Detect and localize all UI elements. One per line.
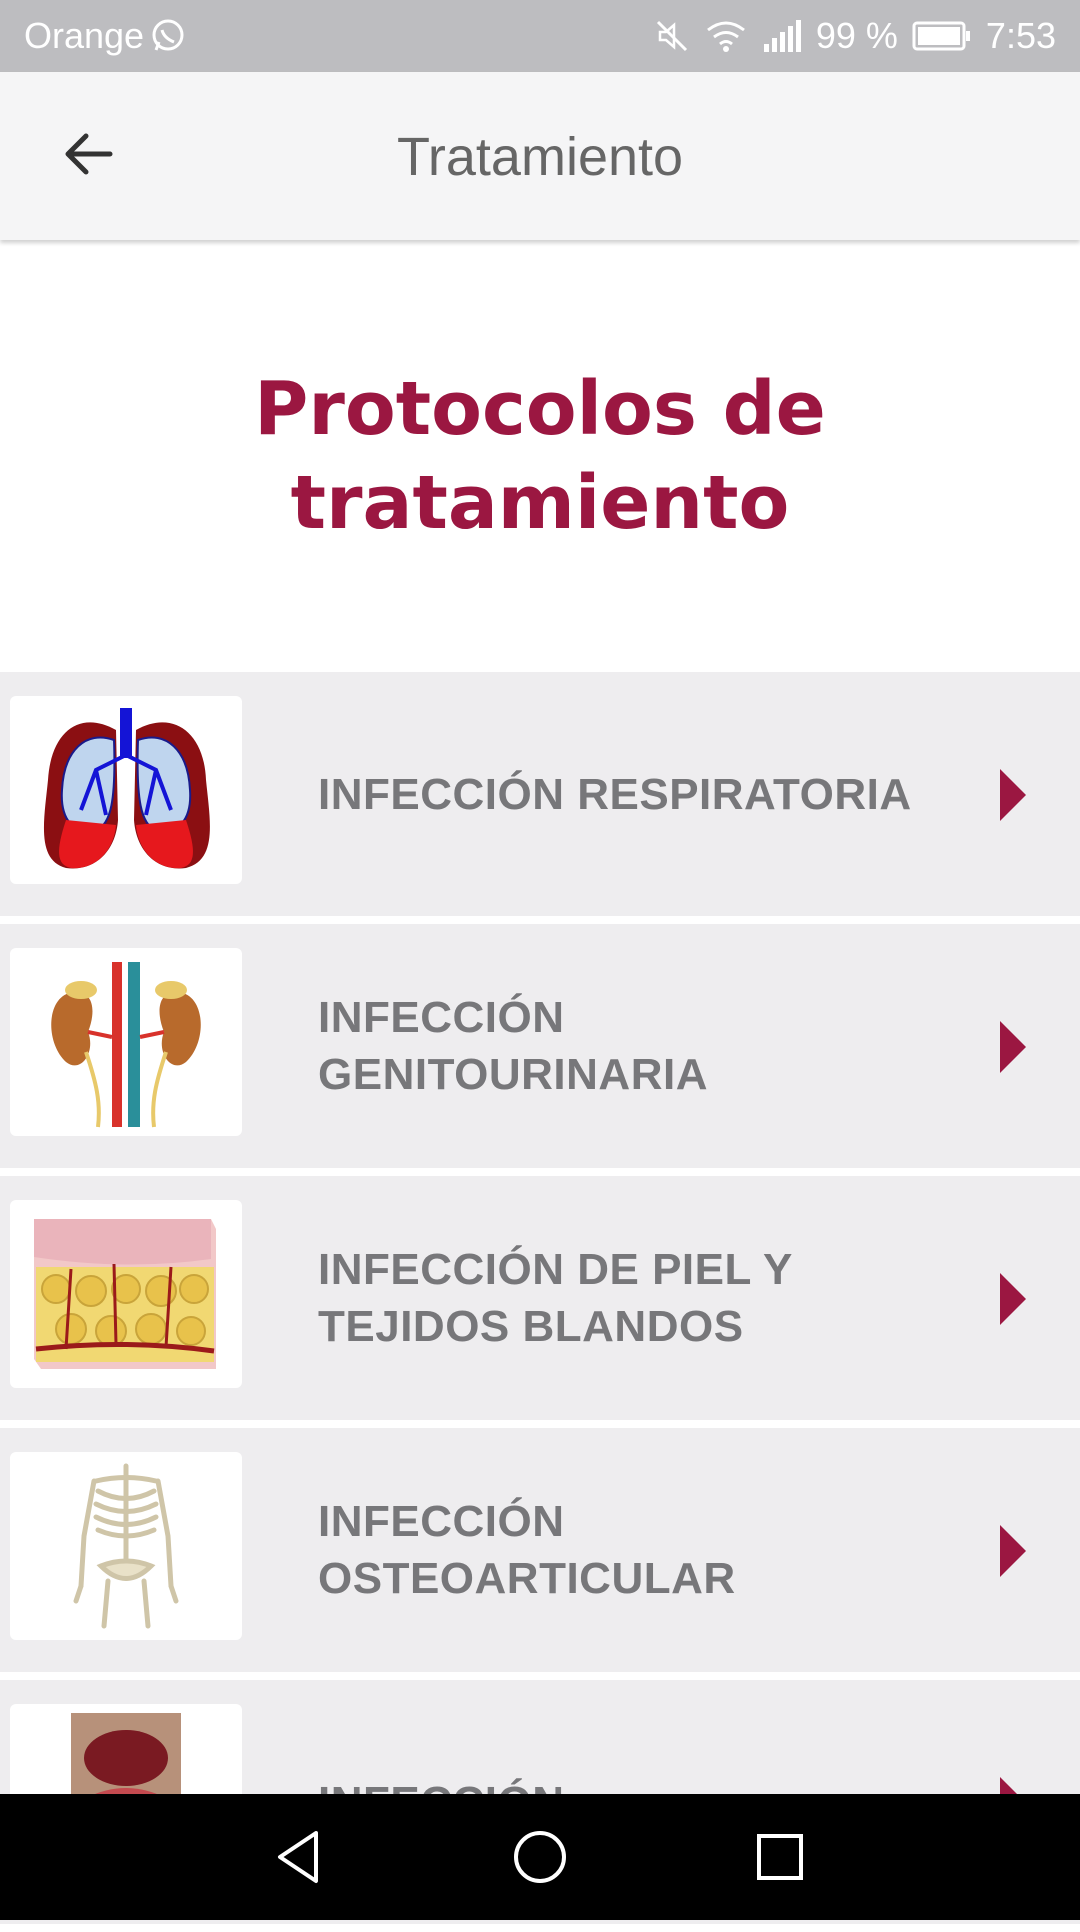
chevron-right-icon	[1000, 769, 1026, 821]
list-item-osteoarticular[interactable]: INFECCIÓN OSTEOARTICULAR	[0, 1428, 1080, 1672]
list-item-skin[interactable]: INFECCIÓN DE PIEL Y TEJIDOS BLANDOS	[0, 1176, 1080, 1420]
list-item-respiratory[interactable]: INFECCIÓN RESPIRATORIA	[0, 672, 1080, 916]
hero-section: Protocolos de tratamiento	[0, 240, 1080, 672]
skeleton-illustration	[10, 1452, 242, 1640]
protocol-list: INFECCIÓN RESPIRATORIA INFECCIÓN GENITOU…	[0, 672, 1080, 1932]
whatsapp-icon	[150, 18, 186, 54]
skin-tissue-illustration	[10, 1200, 242, 1388]
page-title: Tratamiento	[396, 127, 684, 187]
system-nav-bar	[0, 1794, 1080, 1920]
list-item-genitourinary[interactable]: INFECCIÓN GENITOURINARIA	[0, 924, 1080, 1168]
battery-percent: 99 %	[815, 15, 898, 56]
kidneys-illustration	[10, 948, 242, 1136]
list-item-label: INFECCIÓN OSTEOARTICULAR	[318, 1497, 736, 1603]
nav-home-icon[interactable]	[510, 1827, 570, 1887]
list-item-label: INFECCIÓN RESPIRATORIA	[318, 769, 912, 819]
chevron-right-icon	[1000, 1525, 1026, 1577]
chevron-right-icon	[1000, 1273, 1026, 1325]
hero-title: Protocolos de tratamiento	[254, 366, 826, 546]
nav-back-icon[interactable]	[270, 1827, 330, 1887]
list-item-label: INFECCIÓN DE PIEL Y TEJIDOS BLANDOS	[318, 1245, 793, 1351]
battery-icon	[912, 20, 972, 52]
lungs-illustration	[10, 696, 242, 884]
chevron-right-icon	[1000, 1021, 1026, 1073]
carrier-label: Orange	[24, 15, 145, 56]
status-bar: Orange 99 % 7:53	[0, 0, 1080, 72]
nav-recents-icon[interactable]	[750, 1827, 810, 1887]
mute-icon	[654, 18, 690, 54]
wifi-icon	[704, 18, 748, 54]
list-item-label: INFECCIÓN GENITOURINARIA	[318, 993, 708, 1099]
signal-icon	[762, 18, 802, 54]
app-bar: Tratamiento	[0, 72, 1080, 240]
clock: 7:53	[985, 15, 1056, 56]
